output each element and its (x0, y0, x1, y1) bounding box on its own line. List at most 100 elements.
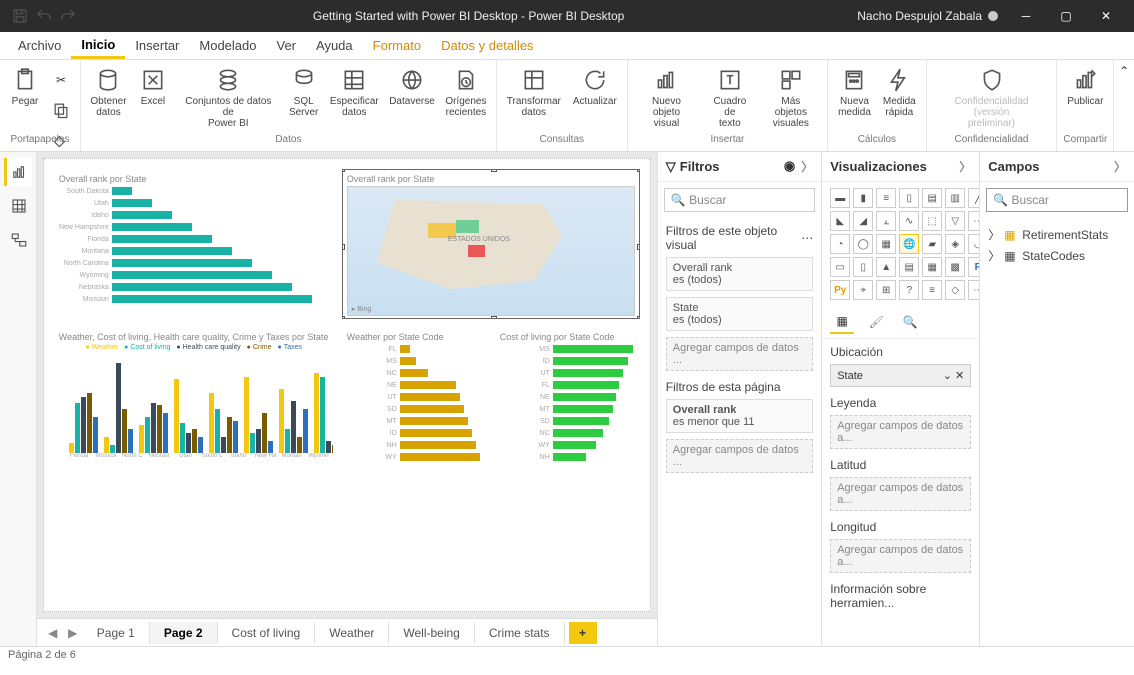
visual-overall-rank-bar[interactable]: Overall rank por State South DakotaUtahI… (54, 169, 334, 319)
viz-area-icon[interactable]: ◣ (830, 211, 850, 231)
model-view-button[interactable] (4, 226, 32, 254)
menu-inicio[interactable]: Inicio (71, 33, 125, 59)
visual-map[interactable]: Overall rank por State ESTADOS UNIDOS ▸ … (342, 169, 640, 319)
viz-treemap-icon[interactable]: ▦ (876, 234, 896, 254)
menu-datos-detalles[interactable]: Datos y detalles (431, 34, 544, 57)
data-view-button[interactable] (4, 192, 32, 220)
well-legend[interactable]: Agregar campos de datos a... (830, 415, 971, 449)
minimize-button[interactable]: ─ (1006, 0, 1046, 32)
viz-clustered-col-icon[interactable]: ▯ (899, 188, 919, 208)
menu-ayuda[interactable]: Ayuda (306, 34, 363, 57)
page-tab-2[interactable]: Page 2 (150, 622, 218, 644)
menu-insertar[interactable]: Insertar (125, 34, 189, 57)
close-button[interactable]: ✕ (1086, 0, 1126, 32)
page-tab-1[interactable]: Page 1 (83, 622, 150, 644)
more-visuals-button[interactable]: Más objetos visuales (759, 62, 823, 133)
analytics-tab-icon[interactable]: 🔍 (898, 310, 922, 334)
viz-py-icon[interactable]: Py (830, 280, 850, 300)
report-canvas[interactable]: Overall rank por State South DakotaUtahI… (43, 158, 651, 612)
collapse-fields-icon[interactable]: 〉 (1114, 158, 1126, 175)
copy-button[interactable] (46, 96, 76, 124)
menu-archivo[interactable]: Archivo (8, 34, 71, 57)
more-icon[interactable]: ⋯ (801, 231, 813, 245)
viz-kpi-icon[interactable]: ▲ (876, 257, 896, 277)
new-measure-button[interactable]: Nueva medida (832, 62, 877, 122)
well-location[interactable]: State⌄ ✕ (830, 364, 971, 387)
filter-card-page-overallrank[interactable]: Overall rankes menor que 11 (666, 399, 813, 433)
page-tab-weather[interactable]: Weather (315, 622, 389, 644)
table-retirementstats[interactable]: 〉▦RetirementStats (988, 224, 1126, 245)
viz-ribbon-icon[interactable]: ∿ (899, 211, 919, 231)
user-label[interactable]: Nacho Despujol Zabala (857, 9, 998, 23)
filter-icon[interactable]: ▽ (609, 169, 617, 171)
filter-card-state[interactable]: Statees (todos) (666, 297, 813, 331)
viz-linecol-icon[interactable]: ⫠ (876, 211, 896, 231)
sql-server-button[interactable]: SQL Server (283, 62, 325, 122)
filters-search-input[interactable]: 🔍 Buscar (664, 188, 815, 212)
viz-funnel-icon[interactable]: ▽ (945, 211, 965, 231)
enter-data-button[interactable]: Especificar datos (325, 62, 384, 122)
textbox-button[interactable]: Cuadro de texto (701, 62, 758, 133)
viz-map-icon[interactable]: 🌐 (899, 234, 919, 254)
viz-table-icon[interactable]: ▦ (922, 257, 942, 277)
viz-narrative-icon[interactable]: ≡ (922, 280, 942, 300)
eye-icon[interactable]: ◉ (784, 158, 795, 175)
cut-button[interactable]: ✂ (46, 66, 76, 94)
menu-modelado[interactable]: Modelado (189, 34, 266, 57)
viz-matrix-icon[interactable]: ▩ (945, 257, 965, 277)
pbi-datasets-button[interactable]: Conjuntos de datos de Power BI (174, 62, 283, 133)
visual-grouped-columns[interactable]: Weather, Cost of living, Health care qua… (54, 327, 334, 477)
viz-key-influencer-icon[interactable]: ⌖ (853, 280, 873, 300)
viz-qna-icon[interactable]: ? (899, 280, 919, 300)
viz-stacked-col-icon[interactable]: ▮ (853, 188, 873, 208)
visual-costliving-bar[interactable]: Cost of living por State Code MSIDUTFLNE… (495, 327, 640, 477)
quick-measure-button[interactable]: Medida rápida (877, 62, 922, 122)
publish-button[interactable]: Publicar (1061, 62, 1109, 111)
viz-donut-icon[interactable]: ◯ (853, 234, 873, 254)
page-tab-crime[interactable]: Crime stats (475, 622, 565, 644)
viz-stacked-area-icon[interactable]: ◢ (853, 211, 873, 231)
filter-card-overallrank[interactable]: Overall rankes (todos) (666, 257, 813, 291)
format-tab-icon[interactable]: 🖌 (864, 310, 888, 334)
viz-pie-icon[interactable]: ◔ (830, 234, 850, 254)
viz-card-icon[interactable]: ▭ (830, 257, 850, 277)
collapse-filters-icon[interactable]: 〉 (801, 158, 813, 175)
new-visual-button[interactable]: Nuevo objeto visual (632, 62, 701, 133)
well-lat[interactable]: Agregar campos de datos a... (830, 477, 971, 511)
refresh-button[interactable]: Actualizar (567, 62, 623, 111)
redo-icon[interactable] (56, 4, 80, 28)
report-view-button[interactable] (4, 158, 32, 186)
viz-multi-card-icon[interactable]: ▯ (853, 257, 873, 277)
dataverse-button[interactable]: Dataverse (384, 62, 440, 111)
viz-100col-icon[interactable]: ▥ (945, 188, 965, 208)
viz-filled-map-icon[interactable]: ▰ (922, 234, 942, 254)
filter-add-page-well[interactable]: Agregar campos de datos ... (666, 439, 813, 473)
paste-button[interactable]: Pegar (4, 62, 46, 111)
menu-formato[interactable]: Formato (363, 34, 431, 57)
fields-search-input[interactable]: 🔍 Buscar (986, 188, 1128, 212)
well-lon[interactable]: Agregar campos de datos a... (830, 539, 971, 573)
menu-ver[interactable]: Ver (267, 34, 307, 57)
viz-clustered-bar-icon[interactable]: ≡ (876, 188, 896, 208)
add-page-button[interactable]: + (569, 622, 597, 644)
filter-add-visual-well[interactable]: Agregar campos de datos ... (666, 337, 813, 371)
page-prev-button[interactable]: ◀ (43, 626, 63, 640)
recent-sources-button[interactable]: Orígenes recientes (440, 62, 492, 122)
page-tab-wellbeing[interactable]: Well-being (389, 622, 474, 644)
focus-icon[interactable]: ⤢ (619, 169, 627, 171)
viz-stacked-bar-icon[interactable]: ▬ (830, 188, 850, 208)
table-statecodes[interactable]: 〉▦StateCodes (988, 245, 1126, 266)
excel-button[interactable]: Excel (132, 62, 174, 111)
viz-100bar-icon[interactable]: ▤ (922, 188, 942, 208)
viz-paginated-icon[interactable]: ◇ (945, 280, 965, 300)
save-icon[interactable] (8, 4, 32, 28)
chevron-down-icon[interactable]: ⌄ ✕ (943, 369, 965, 382)
viz-waterfall-icon[interactable]: ⬚ (922, 211, 942, 231)
transform-data-button[interactable]: Transformar datos (501, 62, 567, 122)
viz-decomp-icon[interactable]: ⊞ (876, 280, 896, 300)
collapse-viz-icon[interactable]: 〉 (959, 158, 971, 175)
get-data-button[interactable]: Obtener datos (85, 62, 132, 122)
viz-slicer-icon[interactable]: ▤ (899, 257, 919, 277)
viz-shape-map-icon[interactable]: ◈ (945, 234, 965, 254)
page-tab-cost[interactable]: Cost of living (218, 622, 316, 644)
